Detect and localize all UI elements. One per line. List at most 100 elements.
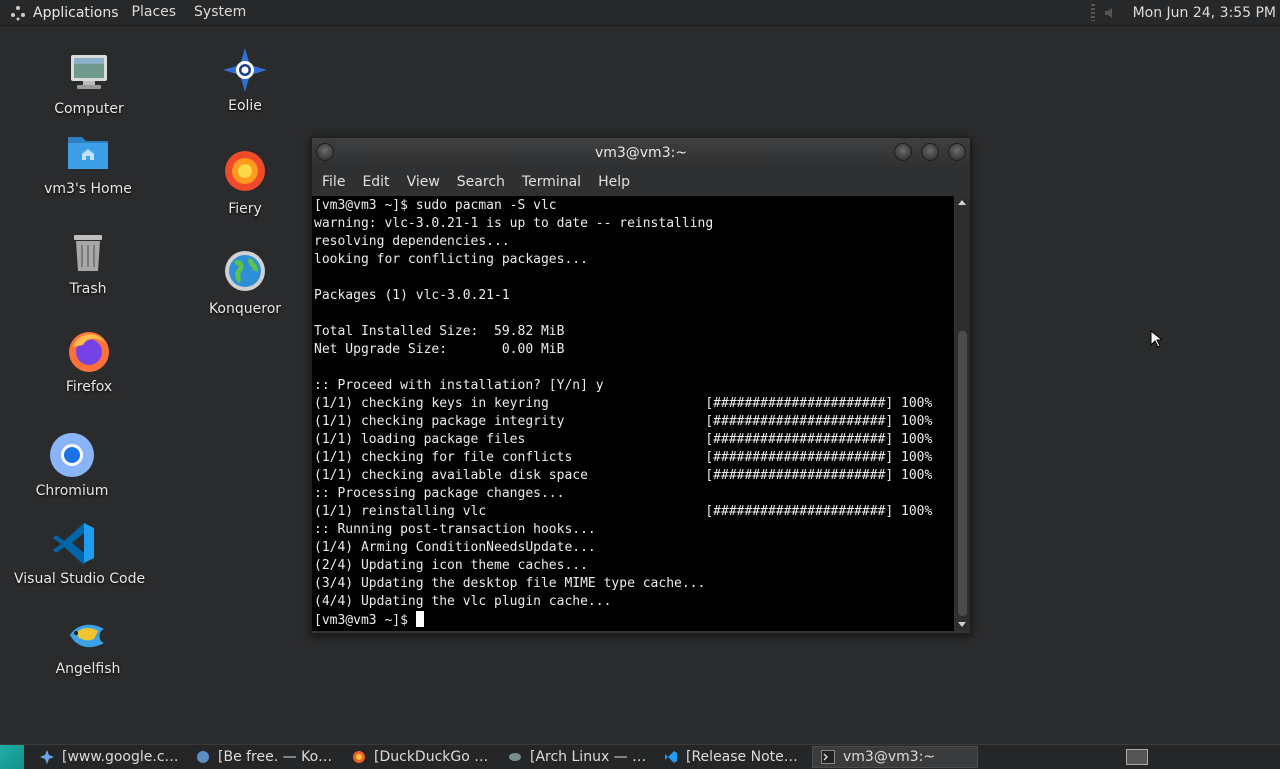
menu-view[interactable]: View: [400, 174, 447, 190]
computer-icon: [65, 49, 113, 97]
terminal-line: (1/1) checking package integrity [######…: [314, 414, 933, 429]
panel-menu: Applications Places System: [0, 0, 255, 25]
terminal-prompt: [vm3@vm3 ~]$: [314, 613, 416, 628]
terminal-prompt-line[interactable]: [vm3@vm3 ~]$: [314, 611, 954, 630]
terminal-line: Net Upgrade Size: 0.00 MiB: [314, 342, 565, 357]
angelfish-icon: [509, 753, 521, 761]
angelfish-icon: [64, 609, 112, 657]
scroll-up-arrow-icon[interactable]: [958, 200, 966, 205]
desktop-icon-trash[interactable]: Trash: [28, 229, 148, 297]
desktop-icon-home[interactable]: vm3's Home: [28, 129, 148, 197]
terminal-line: :: Running post-transaction hooks...: [314, 522, 596, 537]
desktop-icon-label: vm3's Home: [44, 181, 132, 197]
window-title: vm3@vm3:~: [594, 145, 688, 161]
system-menu[interactable]: System: [185, 0, 255, 25]
terminal-line: :: Proceed with installation? [Y/n] y: [314, 378, 604, 393]
show-desktop-button[interactable]: [0, 745, 24, 769]
desktop-icon-label: Visual Studio Code: [14, 571, 146, 587]
fiery-icon: [353, 751, 365, 763]
panel-drag-handle[interactable]: [1090, 4, 1095, 21]
eolie-icon: [40, 750, 54, 764]
scrollbar-thumb[interactable]: [958, 331, 967, 616]
window-menu-button[interactable]: [316, 143, 334, 161]
taskbar-item-label: vm3@vm3:~: [843, 749, 936, 765]
desktop-icon-computer[interactable]: Computer: [29, 49, 149, 117]
trash-icon: [64, 229, 112, 277]
konqueror-icon: [221, 249, 269, 297]
desktop-icon-fiery[interactable]: Fiery: [185, 149, 305, 217]
terminal-menubar: File Edit View Search Terminal Help: [312, 168, 970, 196]
terminal-line: :: Processing package changes...: [314, 486, 565, 501]
terminal-line: (1/1) checking for file conflicts [#####…: [314, 450, 933, 465]
places-menu[interactable]: Places: [123, 0, 186, 25]
taskbar-item-label: [www.google.com: ...: [62, 749, 180, 765]
menu-file[interactable]: File: [315, 174, 352, 190]
fiery-icon: [221, 149, 269, 197]
desktop-icon-label: Konqueror: [208, 301, 282, 317]
eolie-icon: [221, 46, 269, 94]
workspace-switcher[interactable]: [1126, 749, 1148, 765]
minimize-button[interactable]: [894, 143, 912, 161]
taskbar-item[interactable]: [DuckDuckGo — Pri...: [344, 746, 498, 768]
clock[interactable]: Mon Jun 24, 3:55 PM: [1133, 5, 1280, 21]
applications-menu-label: Applications: [33, 4, 119, 21]
terminal-line: Packages (1) vlc-3.0.21-1: [314, 288, 510, 303]
scroll-down-arrow-icon[interactable]: [958, 622, 966, 627]
desktop-icon-label: Chromium: [35, 483, 109, 499]
terminal-icon: [821, 750, 835, 764]
terminal-line: (1/1) checking available disk space [###…: [314, 468, 933, 483]
desktop-icon-label: Eolie: [228, 98, 262, 114]
terminal-window[interactable]: vm3@vm3:~ File Edit View Search Terminal…: [311, 137, 971, 634]
terminal-line: (3/4) Updating the desktop file MIME typ…: [314, 576, 706, 591]
taskbar-item-label: [DuckDuckGo — Pri...: [374, 749, 492, 765]
terminal-line: (2/4) Updating icon theme caches...: [314, 558, 588, 573]
taskbar-item[interactable]: [www.google.com: ...: [32, 746, 186, 768]
terminal-line: (1/1) reinstalling vlc [################…: [314, 504, 933, 519]
desktop-icon-konqueror[interactable]: Konqueror: [185, 249, 305, 317]
home-folder-icon: [64, 129, 112, 177]
firefox-icon: [65, 327, 113, 375]
desktop-icon-chromium[interactable]: Chromium: [12, 431, 132, 499]
taskbar-item[interactable]: [Be free. — Konquer...: [188, 746, 342, 768]
taskbar-item[interactable]: [Arch Linux — Angel...: [500, 746, 654, 768]
menu-help[interactable]: Help: [591, 174, 637, 190]
terminal-line: Total Installed Size: 59.82 MiB: [314, 324, 565, 339]
desktop-icon-angelfish[interactable]: Angelfish: [28, 609, 148, 677]
taskbar-item-label: [Release Notes: 1.88...: [686, 749, 804, 765]
applications-menu[interactable]: Applications: [0, 5, 123, 21]
desktop-icon-label: Firefox: [65, 379, 113, 395]
taskbar-item-label: [Be free. — Konquer...: [218, 749, 336, 765]
terminal-line: [vm3@vm3 ~]$ sudo pacman -S vlc: [314, 198, 557, 213]
terminal-output[interactable]: [vm3@vm3 ~]$ sudo pacman -S vlc warning: …: [312, 196, 954, 631]
terminal-line: (1/4) Arming ConditionNeedsUpdate...: [314, 540, 596, 555]
taskbar-item-active[interactable]: vm3@vm3:~: [812, 746, 978, 768]
top-panel: Applications Places System Mon Jun 24, 3…: [0, 0, 1280, 26]
terminal-scrollbar[interactable]: [955, 196, 970, 631]
menu-search[interactable]: Search: [450, 174, 512, 190]
taskbar-item[interactable]: [Release Notes: 1.88...: [656, 746, 810, 768]
mouse-pointer-icon: [1150, 330, 1162, 348]
speaker-icon[interactable]: [1103, 5, 1119, 21]
menu-edit[interactable]: Edit: [355, 174, 396, 190]
applications-logo-icon: [11, 5, 25, 20]
chromium-icon: [48, 431, 96, 479]
taskbar: [www.google.com: ... [Be free. — Konquer…: [0, 744, 1280, 769]
vscode-icon: [50, 519, 98, 567]
terminal-line: (4/4) Updating the vlc plugin cache...: [314, 594, 612, 609]
desktop-icon-vscode[interactable]: Visual Studio Code: [14, 519, 146, 587]
window-titlebar[interactable]: vm3@vm3:~: [312, 138, 970, 168]
terminal-line: (1/1) checking keys in keyring [########…: [314, 396, 933, 411]
menu-terminal[interactable]: Terminal: [515, 174, 588, 190]
desktop-icon-label: Angelfish: [55, 661, 121, 677]
taskbar-item-label: [Arch Linux — Angel...: [530, 749, 648, 765]
desktop-icon-eolie[interactable]: Eolie: [185, 46, 305, 114]
vscode-icon: [665, 751, 677, 763]
desktop-icon-label: Trash: [69, 281, 107, 297]
maximize-button[interactable]: [921, 143, 939, 161]
panel-right: Mon Jun 24, 3:55 PM: [1090, 0, 1280, 25]
desktop-icon-firefox[interactable]: Firefox: [29, 327, 149, 395]
close-button[interactable]: [948, 143, 966, 161]
